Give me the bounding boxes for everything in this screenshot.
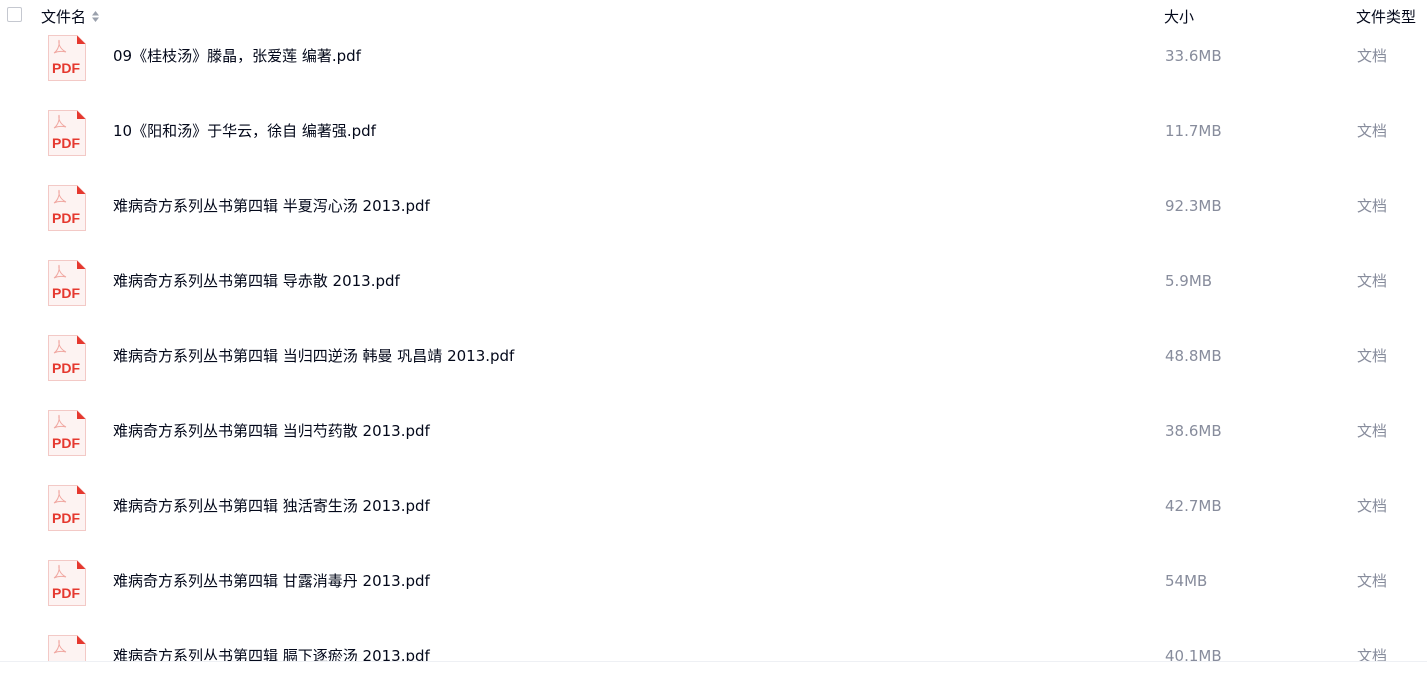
file-name[interactable]: 难病奇方系列丛书第四辑 独活寄生汤 2013.pdf (113, 497, 430, 515)
sort-icon[interactable] (91, 10, 100, 23)
file-size: 5.9MB (1165, 272, 1213, 290)
pdf-file-icon: PDF (47, 409, 87, 457)
column-header-size[interactable]: 大小 (1164, 6, 1194, 27)
file-size: 33.6MB (1165, 47, 1222, 65)
file-name[interactable]: 难病奇方系列丛书第四辑 导赤散 2013.pdf (113, 272, 400, 290)
pdf-file-icon: PDF (47, 259, 87, 307)
file-row[interactable]: PDF 难病奇方系列丛书第四辑 当归四逆汤 韩曼 巩昌靖 2013.pdf 48.8… (0, 314, 1427, 389)
file-type: 文档 (1357, 647, 1388, 661)
file-type: 文档 (1357, 272, 1388, 290)
pdf-icon-label: PDF (52, 60, 80, 76)
file-size: 92.3MB (1165, 197, 1222, 215)
pdf-icon-label: PDF (52, 135, 80, 151)
file-type: 文档 (1357, 197, 1388, 215)
pdf-icon-label: PDF (52, 360, 80, 376)
file-size: 38.6MB (1165, 422, 1222, 440)
file-list-header: 文件名 大小 文件类型 (0, 0, 1427, 32)
file-type: 文档 (1357, 422, 1388, 440)
pdf-file-icon: PDF (47, 334, 87, 382)
file-name[interactable]: 难病奇方系列丛书第四辑 半夏泻心汤 2013.pdf (113, 197, 430, 215)
file-row[interactable]: PDF 难病奇方系列丛书第四辑 膈下逐瘀汤 2013.pdf 40.1MB 文档 (0, 614, 1427, 661)
file-name[interactable]: 难病奇方系列丛书第四辑 甘露消毒丹 2013.pdf (113, 572, 430, 590)
file-type: 文档 (1357, 122, 1388, 140)
file-size: 11.7MB (1165, 122, 1222, 140)
pdf-file-icon: PDF (47, 34, 87, 82)
file-size: 54MB (1165, 572, 1208, 590)
select-all-checkbox[interactable] (7, 7, 22, 22)
file-list-rows: PDF 09《桂枝汤》滕晶，张爱莲 编著.pdf 33.6MB 文档 PDF 10《阳和汤… (0, 32, 1427, 661)
pdf-file-icon: PDF (47, 634, 87, 661)
file-type: 文档 (1357, 497, 1388, 515)
file-name[interactable]: 难病奇方系列丛书第四辑 当归芍药散 2013.pdf (113, 422, 430, 440)
file-name[interactable]: 难病奇方系列丛书第四辑 膈下逐瘀汤 2013.pdf (113, 647, 430, 661)
column-header-name[interactable]: 文件名 (41, 6, 100, 27)
file-row[interactable]: PDF 难病奇方系列丛书第四辑 半夏泻心汤 2013.pdf 92.3MB 文档 (0, 164, 1427, 239)
pdf-icon-label: PDF (52, 210, 80, 226)
file-type: 文档 (1357, 572, 1388, 590)
pdf-file-icon: PDF (47, 559, 87, 607)
pdf-icon-label: PDF (52, 435, 80, 451)
file-list[interactable]: PDF 09《桂枝汤》滕晶，张爱莲 编著.pdf 33.6MB 文档 PDF 10《阳和汤… (0, 32, 1427, 661)
file-row[interactable]: PDF 难病奇方系列丛书第四辑 甘露消毒丹 2013.pdf 54MB 文档 (0, 539, 1427, 614)
file-type: 文档 (1357, 47, 1388, 65)
pdf-icon-label: PDF (52, 285, 80, 301)
file-size: 42.7MB (1165, 497, 1222, 515)
file-name[interactable]: 09《桂枝汤》滕晶，张爱莲 编著.pdf (113, 47, 361, 65)
file-row[interactable]: PDF 10《阳和汤》于华云，徐自 编著强.pdf 11.7MB 文档 (0, 89, 1427, 164)
list-bottom-divider (0, 661, 1427, 662)
file-name[interactable]: 10《阳和汤》于华云，徐自 编著强.pdf (113, 122, 376, 140)
column-header-type[interactable]: 文件类型 (1356, 6, 1416, 27)
file-row[interactable]: PDF 09《桂枝汤》滕晶，张爱莲 编著.pdf 33.6MB 文档 (0, 32, 1427, 89)
file-row[interactable]: PDF 难病奇方系列丛书第四辑 当归芍药散 2013.pdf 38.6MB 文档 (0, 389, 1427, 464)
pdf-icon-label: PDF (52, 585, 80, 601)
file-row[interactable]: PDF 难病奇方系列丛书第四辑 导赤散 2013.pdf 5.9MB 文档 (0, 239, 1427, 314)
file-row[interactable]: PDF 难病奇方系列丛书第四辑 独活寄生汤 2013.pdf 42.7MB 文档 (0, 464, 1427, 539)
file-name[interactable]: 难病奇方系列丛书第四辑 当归四逆汤 韩曼 巩昌靖 2013.pdf (113, 347, 514, 365)
pdf-file-icon: PDF (47, 184, 87, 232)
file-type: 文档 (1357, 347, 1388, 365)
file-size: 48.8MB (1165, 347, 1222, 365)
pdf-file-icon: PDF (47, 484, 87, 532)
file-size: 40.1MB (1165, 647, 1222, 661)
column-header-name-label: 文件名 (41, 8, 87, 26)
pdf-file-icon: PDF (47, 109, 87, 157)
pdf-icon-label: PDF (52, 510, 80, 526)
